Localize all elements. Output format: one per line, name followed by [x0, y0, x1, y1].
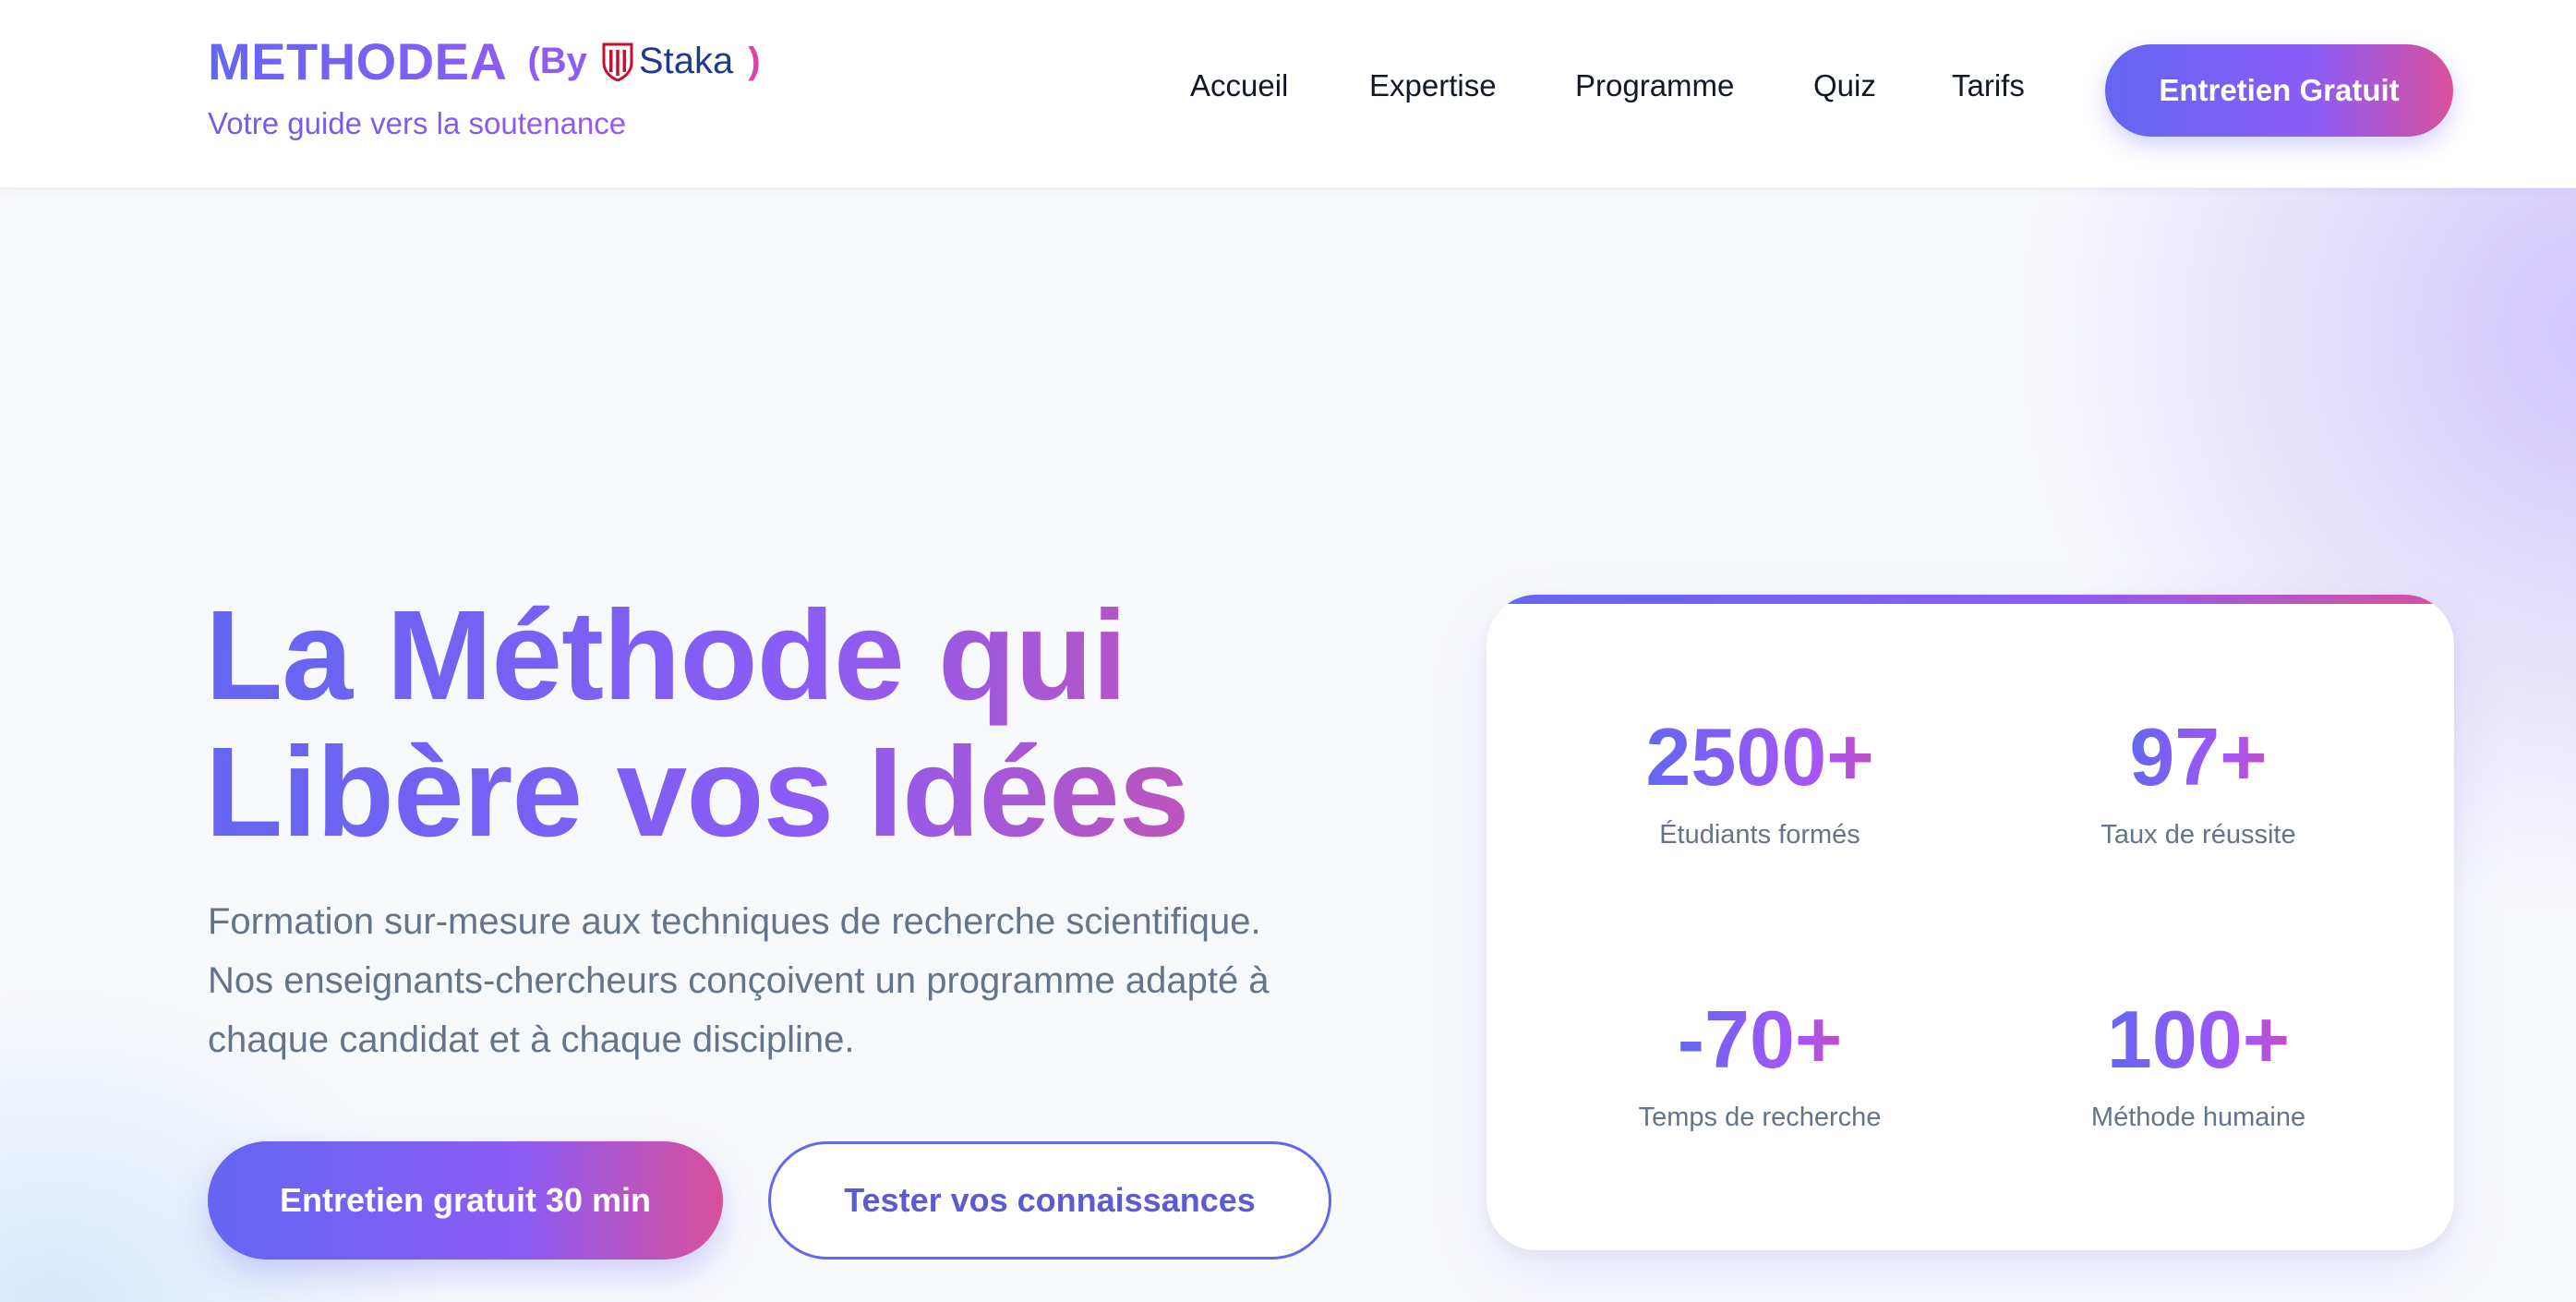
staka-shield-icon: [602, 42, 633, 81]
nav-item-tarifs[interactable]: Tarifs: [1952, 68, 2025, 103]
hero-subtitle-line-1: Formation sur-mesure aux techniques de r…: [208, 901, 1261, 942]
stat-label: Méthode humaine: [2090, 1103, 2306, 1132]
stat-label: Taux de réussite: [2101, 820, 2296, 850]
hero-title-line-1: La Méthode qui: [205, 585, 1126, 727]
stat-value: 97+: [2129, 711, 2268, 802]
test-knowledge-button[interactable]: Tester vos connaissances: [768, 1141, 1331, 1260]
stat-label: Étudiants formés: [1659, 820, 1860, 850]
brand-tagline: Votre guide vers la soutenance: [208, 106, 761, 141]
hero-subtitle: Formation sur-mesure aux techniques de r…: [208, 892, 1399, 1069]
stat-label: Temps de recherche: [1638, 1103, 1882, 1132]
brand-name: METHODEA: [208, 32, 508, 90]
hero-title-line-2: Libère vos Idées: [205, 721, 1189, 863]
stat-students: 2500+ Étudiants formés: [1547, 711, 1972, 850]
nav-item-expertise[interactable]: Expertise: [1369, 68, 1497, 103]
brand[interactable]: METHODEA (By Staka ) Votre guide vers la…: [208, 31, 761, 141]
site-header: METHODEA (By Staka ) Votre guide vers la…: [0, 0, 2576, 188]
hero-title: La Méthode qui Libère vos Idées: [205, 587, 1405, 861]
stat-human-method: 100+ Méthode humaine: [1986, 994, 2411, 1133]
stat-value: -70+: [1677, 994, 1843, 1085]
nav-item-accueil[interactable]: Accueil: [1190, 68, 1288, 103]
nav-item-quiz[interactable]: Quiz: [1813, 68, 1876, 103]
nav-item-programme[interactable]: Programme: [1575, 68, 1734, 103]
stat-research-time: -70+ Temps de recherche: [1547, 994, 1972, 1133]
brand-close-paren: ): [748, 41, 761, 81]
staka-logo: Staka: [602, 41, 733, 82]
hero-subtitle-line-3: chaque candidat et à chaque discipline.: [208, 1019, 855, 1060]
stat-success-rate: 97+ Taux de réussite: [1986, 711, 2411, 850]
stats-card-accent-bar: [1487, 595, 2454, 604]
stat-value: 100+: [2106, 994, 2291, 1085]
brand-row: METHODEA (By Staka ): [208, 31, 761, 91]
free-interview-30min-button[interactable]: Entretien gratuit 30 min: [208, 1141, 723, 1260]
hero-subtitle-line-2: Nos enseignants-chercheurs conçoivent un…: [208, 960, 1270, 1001]
stat-value: 2500+: [1645, 711, 1874, 802]
stats-card: 2500+ Étudiants formés 97+ Taux de réuss…: [1487, 595, 2454, 1250]
free-interview-button[interactable]: Entretien Gratuit: [2105, 44, 2453, 137]
staka-wordmark: Staka: [638, 41, 734, 81]
brand-by: (By: [527, 41, 587, 81]
